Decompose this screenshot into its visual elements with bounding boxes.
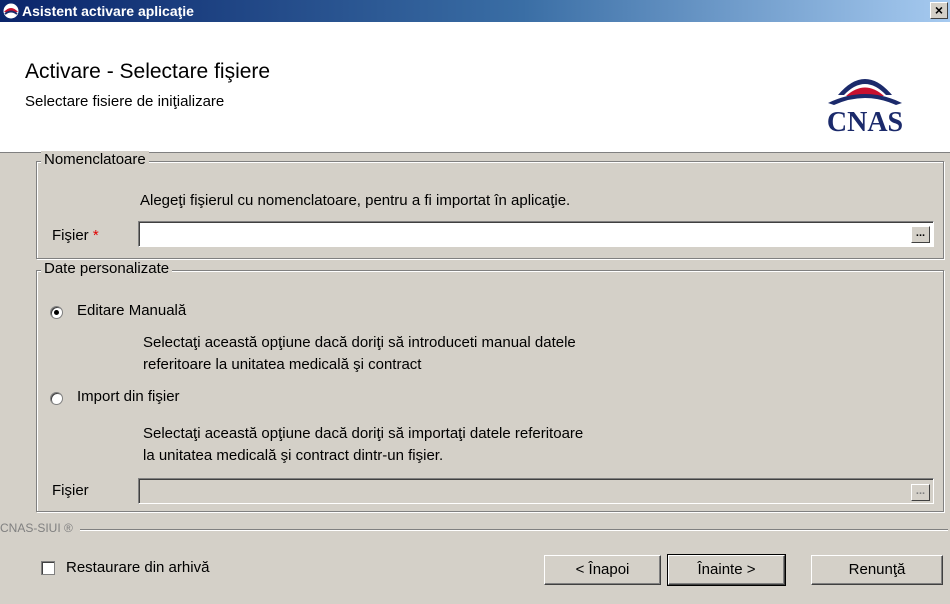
next-button[interactable]: Înainte > — [667, 554, 786, 586]
import-file-label: Fişier — [52, 482, 89, 499]
manual-description-line1: Selectaţi această opţiune dacă doriţi să… — [143, 334, 576, 351]
cancel-button[interactable]: Renunţă — [811, 555, 943, 585]
manual-radio-label[interactable]: Editare Manuală — [77, 302, 186, 319]
brand-label: CNAS-SIUI ® — [0, 521, 73, 535]
page-title: Activare - Selectare fişiere — [25, 60, 271, 83]
svg-text:CNAS: CNAS — [827, 107, 903, 135]
footer-separator — [80, 529, 948, 530]
manual-description-line2: referitoare la unitatea medicală şi cont… — [143, 356, 422, 373]
import-radio-label[interactable]: Import din fişier — [77, 388, 180, 405]
nomenclatoare-legend: Nomenclatoare — [41, 151, 149, 168]
nomenclatoare-browse-button[interactable]: ... — [911, 226, 930, 243]
date-personalizate-legend: Date personalizate — [41, 260, 173, 277]
import-file-input[interactable] — [138, 478, 934, 504]
restore-label[interactable]: Restaurare din arhivă — [66, 559, 209, 576]
import-description-line2: la unitatea medicală şi contract dintr-u… — [143, 447, 444, 464]
restore-checkbox[interactable] — [41, 561, 55, 575]
ellipsis-icon: ... — [915, 227, 926, 239]
required-mark: * — [92, 227, 99, 244]
window-title: Asistent activare aplicaţie — [22, 3, 194, 19]
nomenclatoare-file-label: Fişier * — [52, 227, 99, 244]
close-button[interactable]: × — [930, 2, 948, 19]
back-button[interactable]: < Înapoi — [544, 555, 661, 585]
ellipsis-icon: ... — [915, 485, 926, 497]
radio-selected-dot — [54, 310, 59, 315]
page-subtitle: Selectare fisiere de iniţializare — [25, 93, 225, 110]
import-description-line1: Selectaţi această opţiune dacă doriţi să… — [143, 425, 584, 442]
nomenclatoare-description: Alegeţi fişierul cu nomenclatoare, pentr… — [140, 192, 571, 209]
title-bar[interactable]: Asistent activare aplicaţie × — [0, 0, 950, 22]
import-radio[interactable] — [50, 392, 63, 405]
close-icon: × — [934, 2, 944, 18]
cnas-icon — [3, 3, 19, 19]
nomenclatoare-file-input[interactable] — [138, 221, 934, 247]
cnas-logo: CNAS — [827, 79, 903, 135]
manual-radio[interactable] — [50, 306, 63, 319]
import-browse-button[interactable]: ... — [911, 484, 930, 501]
